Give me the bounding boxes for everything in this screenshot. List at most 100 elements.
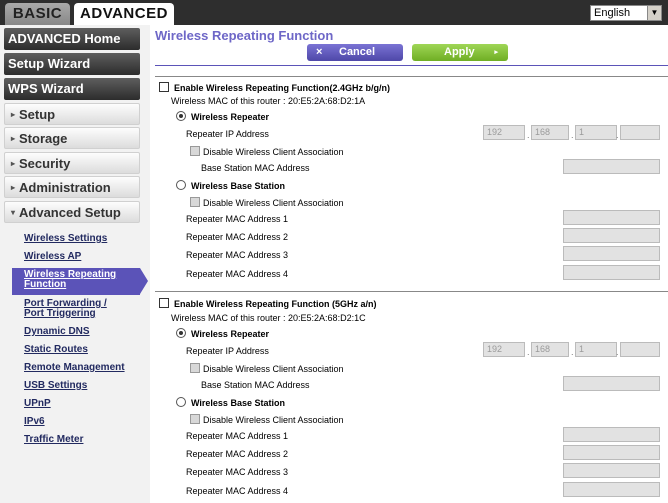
- sidebar-menu-label: Security: [19, 156, 71, 171]
- router-mac-5ghz: Wireless MAC of this router : 20:E5:2A:6…: [171, 313, 366, 323]
- wireless-base-station-radio-24ghz[interactable]: [176, 180, 186, 190]
- chevron-right-icon: ▸: [11, 110, 16, 119]
- disable-client-association-checkbox[interactable]: [190, 146, 200, 156]
- wireless-repeater-radio-24ghz[interactable]: [176, 111, 186, 121]
- sublink-label-line2: Port Triggering: [24, 308, 96, 319]
- sublink-wireless-ap[interactable]: Wireless AP: [24, 252, 81, 262]
- sidebar: ADVANCED Home Setup Wizard WPS Wizard ▸ S…: [0, 25, 150, 503]
- section-divider: [155, 291, 668, 292]
- cancel-button-label: Cancel: [339, 46, 376, 58]
- chevron-right-icon: ▸: [11, 134, 16, 143]
- repeater-mac-2-label: Repeater MAC Address 2: [186, 449, 289, 459]
- wireless-base-station-radio-5ghz[interactable]: [176, 397, 186, 407]
- sublink-traffic-meter[interactable]: Traffic Meter: [24, 435, 83, 445]
- sidebar-menu-administration[interactable]: ▸ Administration: [4, 176, 140, 198]
- chevron-down-icon: ▾: [11, 208, 16, 217]
- repeater-ip-octet-3[interactable]: 1: [575, 342, 617, 357]
- repeater-ip-label: Repeater IP Address: [186, 346, 269, 356]
- sublink-dynamic-dns[interactable]: Dynamic DNS: [24, 327, 90, 337]
- repeater-mac-4-input[interactable]: [563, 265, 660, 280]
- repeater-mac-4-label: Repeater MAC Address 4: [186, 269, 289, 279]
- sublink-port-forwarding[interactable]: Port Forwarding / Port Triggering: [24, 299, 107, 319]
- repeater-mac-4-label: Repeater MAC Address 4: [186, 486, 289, 496]
- repeater-ip-octet-3[interactable]: 1: [575, 125, 617, 140]
- repeater-mac-3-input[interactable]: [563, 246, 660, 261]
- sublink-usb-settings[interactable]: USB Settings: [24, 381, 87, 391]
- page-title: Wireless Repeating Function: [155, 28, 334, 43]
- repeater-mac-1-label: Repeater MAC Address 1: [186, 214, 289, 224]
- ip-dot: .: [527, 347, 530, 357]
- enable-repeating-5ghz-checkbox[interactable]: [159, 298, 169, 308]
- disable-client-association-label: Disable Wireless Client Association: [203, 415, 344, 425]
- sidebar-menu-advanced-setup[interactable]: ▾ Advanced Setup: [4, 201, 140, 223]
- disable-client-association-checkbox[interactable]: [190, 197, 200, 207]
- sidebar-button-setup-wizard[interactable]: Setup Wizard: [4, 53, 140, 75]
- sidebar-menu-storage[interactable]: ▸ Storage: [4, 127, 140, 149]
- sidebar-menu-label: Storage: [19, 131, 68, 146]
- repeater-mac-1-input[interactable]: [563, 427, 660, 442]
- base-station-mac-input[interactable]: [563, 159, 660, 174]
- repeater-mac-2-input[interactable]: [563, 228, 660, 243]
- chevron-right-icon: ▸: [11, 183, 16, 192]
- close-icon: ×: [316, 46, 323, 58]
- sublink-ipv6[interactable]: IPv6: [24, 417, 45, 427]
- repeater-mac-2-input[interactable]: [563, 445, 660, 460]
- repeater-mac-2-label: Repeater MAC Address 2: [186, 232, 289, 242]
- disable-client-association-label: Disable Wireless Client Association: [203, 147, 344, 157]
- apply-button[interactable]: Apply ▸: [412, 44, 508, 61]
- sublink-wireless-repeating-function[interactable]: Wireless Repeating Function: [24, 270, 116, 290]
- repeater-mac-4-input[interactable]: [563, 482, 660, 497]
- repeater-ip-octet-2[interactable]: 168: [531, 342, 569, 357]
- enable-repeating-5ghz-label: Enable Wireless Repeating Function (5GHz…: [174, 299, 377, 309]
- repeater-ip-octet-4[interactable]: [620, 342, 660, 357]
- enable-repeating-24ghz-checkbox[interactable]: [159, 82, 169, 92]
- header-divider: [155, 65, 668, 66]
- repeater-mac-3-input[interactable]: [563, 463, 660, 478]
- language-selected-value: English: [594, 7, 631, 19]
- repeater-ip-label: Repeater IP Address: [186, 129, 269, 139]
- repeater-ip-octet-4[interactable]: [620, 125, 660, 140]
- base-station-mac-label: Base Station MAC Address: [201, 380, 310, 390]
- repeater-ip-octet-1[interactable]: 192: [483, 125, 525, 140]
- cancel-button[interactable]: × Cancel: [307, 44, 403, 61]
- repeater-ip-octet-2[interactable]: 168: [531, 125, 569, 140]
- main-content: Wireless Repeating Function × Cancel App…: [150, 25, 668, 503]
- sidebar-menu-label: Administration: [19, 180, 111, 195]
- repeater-mac-3-label: Repeater MAC Address 3: [186, 250, 289, 260]
- ip-dot: .: [616, 347, 619, 357]
- sidebar-menu-security[interactable]: ▸ Security: [4, 152, 140, 174]
- sublink-upnp[interactable]: UPnP: [24, 399, 51, 409]
- disable-client-association-checkbox[interactable]: [190, 363, 200, 373]
- disable-client-association-label: Disable Wireless Client Association: [203, 198, 344, 208]
- tab-advanced[interactable]: ADVANCED: [74, 3, 174, 25]
- sidebar-menu-label: Setup: [19, 107, 56, 122]
- sidebar-button-wps-wizard[interactable]: WPS Wizard: [4, 78, 140, 100]
- repeater-ip-octet-1[interactable]: 192: [483, 342, 525, 357]
- disable-client-association-checkbox[interactable]: [190, 414, 200, 424]
- disable-client-association-label: Disable Wireless Client Association: [203, 364, 344, 374]
- sublink-remote-management[interactable]: Remote Management: [24, 363, 125, 373]
- enable-repeating-24ghz-label: Enable Wireless Repeating Function(2.4GH…: [174, 83, 390, 93]
- top-navigation-bar: BASIC ADVANCED English ▼: [0, 0, 668, 25]
- sidebar-menu-label: Advanced Setup: [19, 205, 121, 220]
- router-mac-24ghz: Wireless MAC of this router : 20:E5:2A:6…: [171, 96, 366, 106]
- wireless-repeater-label: Wireless Repeater: [191, 112, 269, 122]
- chevron-right-icon: ▸: [494, 49, 498, 56]
- sidebar-button-advanced-home[interactable]: ADVANCED Home: [4, 28, 140, 50]
- chevron-down-icon[interactable]: ▼: [647, 6, 661, 20]
- base-station-mac-label: Base Station MAC Address: [201, 163, 310, 173]
- wireless-base-station-label: Wireless Base Station: [191, 398, 285, 408]
- chevron-right-icon: ▸: [11, 159, 16, 168]
- repeater-mac-1-input[interactable]: [563, 210, 660, 225]
- sidebar-menu-setup[interactable]: ▸ Setup: [4, 103, 140, 125]
- tab-basic[interactable]: BASIC: [5, 3, 70, 25]
- wireless-repeater-radio-5ghz[interactable]: [176, 328, 186, 338]
- sublink-static-routes[interactable]: Static Routes: [24, 345, 88, 355]
- base-station-mac-input[interactable]: [563, 376, 660, 391]
- wireless-base-station-label: Wireless Base Station: [191, 181, 285, 191]
- repeater-mac-3-label: Repeater MAC Address 3: [186, 467, 289, 477]
- language-select[interactable]: English ▼: [590, 5, 662, 21]
- wireless-repeater-label: Wireless Repeater: [191, 329, 269, 339]
- sublink-wireless-settings[interactable]: Wireless Settings: [24, 234, 107, 244]
- ip-dot: .: [527, 130, 530, 140]
